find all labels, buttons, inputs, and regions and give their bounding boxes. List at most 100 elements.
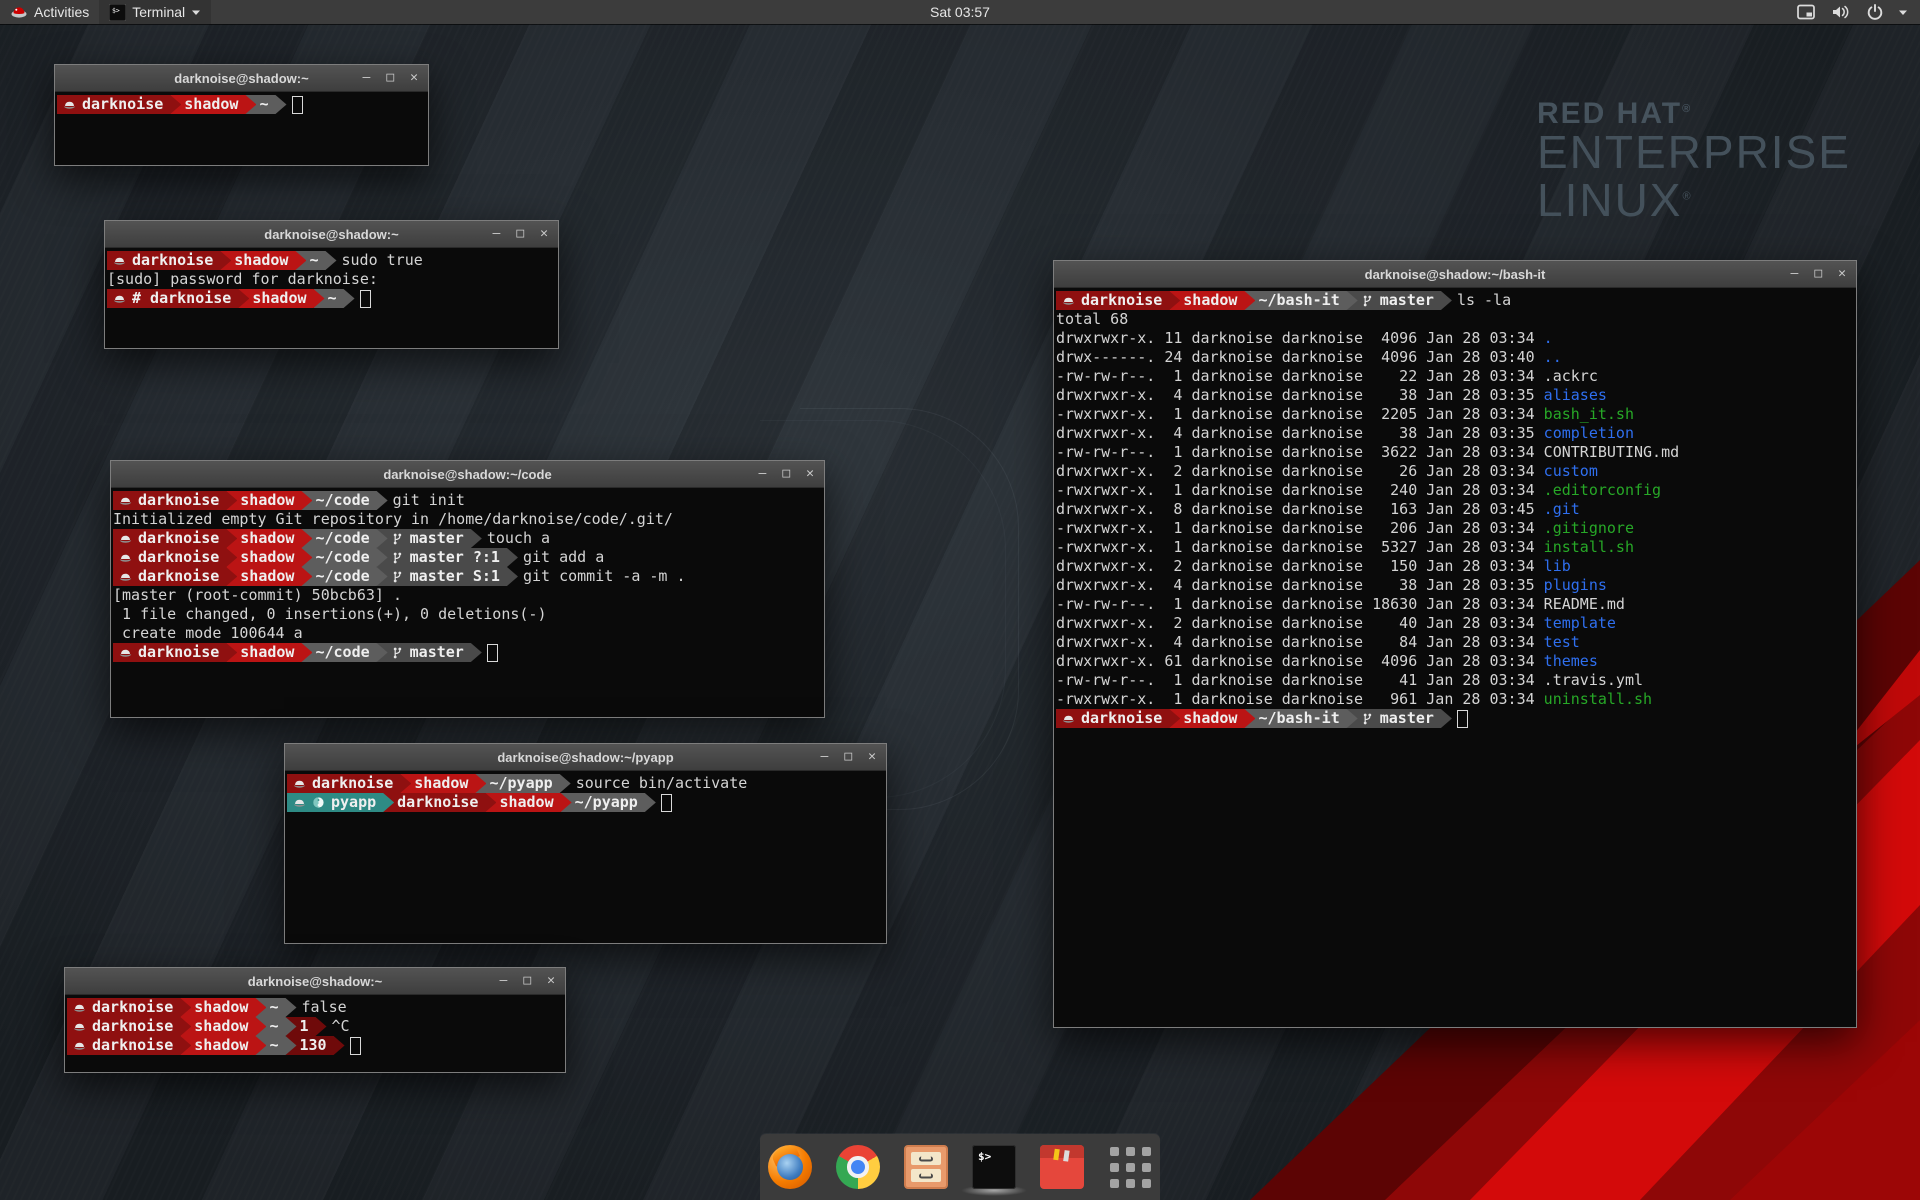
window-titlebar[interactable]: darknoise@shadow:~–□✕ — [55, 65, 428, 92]
redhat-icon — [119, 647, 132, 659]
terminal-line: [master (root-commit) 50bcb63] . — [113, 586, 822, 605]
maximize-button[interactable]: □ — [523, 968, 531, 994]
terminal-line: darknoiseshadow~130 — [67, 1036, 563, 1055]
minimize-button[interactable]: – — [363, 65, 371, 91]
system-status-area[interactable] — [1784, 0, 1920, 24]
terminal-body[interactable]: darknoiseshadow~ — [55, 92, 428, 170]
maximize-button[interactable]: □ — [386, 65, 394, 91]
app-menu-terminal[interactable]: $> Terminal — [99, 0, 211, 24]
prompt-segment-git: master S:1 — [377, 567, 518, 586]
dock — [760, 1134, 1160, 1200]
terminal-body[interactable]: darknoiseshadow~/codegit initInitialized… — [111, 488, 824, 722]
terminal-line: drwx------. 24 darknoise darknoise 4096 … — [1056, 348, 1854, 367]
prompt-segment-user: darknoise — [113, 567, 237, 586]
close-button[interactable]: ✕ — [806, 461, 814, 487]
ls-entry-fields: -rwxrwxr-x. 1 darknoise darknoise 240 Ja… — [1056, 481, 1544, 500]
maximize-button[interactable]: □ — [516, 221, 524, 247]
window-titlebar[interactable]: darknoise@shadow:~–□✕ — [105, 221, 558, 248]
minimize-button[interactable]: – — [759, 461, 767, 487]
file-name: themes — [1544, 652, 1598, 671]
prompt-segment-text: shadow — [499, 793, 553, 812]
ls-entry-fields: drwxrwxr-x. 61 darknoise darknoise 4096 … — [1056, 652, 1544, 671]
minimize-button[interactable]: – — [493, 221, 501, 247]
clock[interactable]: Sat 03:57 — [920, 0, 1000, 24]
file-name: .ackrc — [1544, 367, 1598, 386]
terminal-line: darknoiseshadow~/bash-itmaster — [1056, 709, 1854, 728]
brand-line-2: ENTERPRISE — [1537, 129, 1851, 177]
prompt-segment-path: ~/pyapp — [475, 774, 570, 793]
close-button[interactable]: ✕ — [547, 968, 555, 994]
terminal-line: -rwxrwxr-x. 1 darknoise darknoise 206 Ja… — [1056, 519, 1854, 538]
file-name: README.md — [1544, 595, 1625, 614]
command-text: touch a — [487, 529, 550, 548]
close-button[interactable]: ✕ — [1838, 261, 1846, 287]
maximize-button[interactable]: □ — [844, 744, 852, 770]
prompt-segment-path: ~/bash-it — [1244, 709, 1357, 728]
minimize-button[interactable]: – — [821, 744, 829, 770]
prompt-segment-host: shadow — [400, 774, 486, 793]
terminal-line: drwxrwxr-x. 4 darknoise darknoise 38 Jan… — [1056, 386, 1854, 405]
window-titlebar[interactable]: darknoise@shadow:~/pyapp–□✕ — [285, 744, 886, 771]
terminal-line: darknoiseshadow~/pyappsource bin/activat… — [287, 774, 884, 793]
command-text: git commit -a -m . — [523, 567, 686, 586]
prompt-segment-text: darknoise — [312, 774, 393, 793]
volume-icon — [1830, 3, 1852, 21]
terminal-body[interactable]: darknoiseshadow~/bash-itmasterls -latota… — [1054, 288, 1856, 1032]
redhat-icon — [73, 1021, 86, 1033]
redhat-logo-icon — [10, 5, 28, 19]
prompt-segment-text: darknoise — [92, 998, 173, 1017]
ls-entry-fields: -rwxrwxr-x. 1 darknoise darknoise 961 Ja… — [1056, 690, 1544, 709]
close-button[interactable]: ✕ — [410, 65, 418, 91]
prompt-segment-text: master — [410, 529, 464, 548]
prompt-segment-user: darknoise — [383, 793, 496, 812]
terminal-line: Initialized empty Git repository in /hom… — [113, 510, 822, 529]
minimize-button[interactable]: – — [500, 968, 508, 994]
terminal-line: drwxrwxr-x. 8 darknoise darknoise 163 Ja… — [1056, 500, 1854, 519]
prompt-segment-text: shadow — [240, 548, 294, 567]
window-controls: –□ ✕ — [759, 461, 824, 487]
close-button[interactable]: ✕ — [868, 744, 876, 770]
redhat-icon — [119, 571, 132, 583]
maximize-button[interactable]: □ — [782, 461, 790, 487]
output-text: Initialized empty Git repository in /hom… — [113, 510, 673, 529]
prompt-segment-host: shadow — [1169, 291, 1255, 310]
terminal-line: create mode 100644 a — [113, 624, 822, 643]
output-text: [master (root-commit) 50bcb63] . — [113, 586, 402, 605]
dock-item-toolbox[interactable] — [1038, 1137, 1086, 1197]
terminal-body[interactable]: darknoiseshadow~falsedarknoiseshadow~1^C… — [65, 995, 565, 1077]
activities-button[interactable]: Activities — [0, 0, 99, 24]
dock-item-chrome[interactable] — [834, 1137, 882, 1197]
branch-icon — [391, 532, 404, 546]
terminal-body[interactable]: darknoiseshadow~sudo true[sudo] password… — [105, 248, 558, 353]
window-titlebar[interactable]: darknoise@shadow:~/bash-it–□✕ — [1054, 261, 1856, 288]
prompt-segment-git: master — [1347, 291, 1452, 310]
terminal-window: darknoise@shadow:~/pyapp–□✕darknoiseshad… — [284, 743, 887, 944]
minimize-button[interactable]: – — [1791, 261, 1799, 287]
terminal-line: drwxrwxr-x. 11 darknoise darknoise 4096 … — [1056, 329, 1854, 348]
command-text: sudo true — [342, 251, 423, 270]
dock-item-app-grid[interactable] — [1106, 1137, 1154, 1197]
window-titlebar[interactable]: darknoise@shadow:~–□✕ — [65, 968, 565, 995]
redhat-icon — [119, 495, 132, 507]
prompt-segment-text: darknoise — [82, 95, 163, 114]
dock-item-firefox[interactable] — [766, 1137, 814, 1197]
dock-item-files[interactable] — [902, 1137, 950, 1197]
maximize-button[interactable]: □ — [1814, 261, 1822, 287]
prompt-segment-host: shadow — [220, 251, 306, 270]
prompt-segment-host: shadow — [485, 793, 571, 812]
terminal-line: # darknoiseshadow~ — [107, 289, 556, 308]
terminal-line: -rwxrwxr-x. 1 darknoise darknoise 240 Ja… — [1056, 481, 1854, 500]
window-titlebar[interactable]: darknoise@shadow:~/code–□✕ — [111, 461, 824, 488]
file-name: .git — [1544, 500, 1580, 519]
terminal-line: 1 file changed, 0 insertions(+), 0 delet… — [113, 605, 822, 624]
prompt-segment-text: darknoise — [1081, 291, 1162, 310]
close-button[interactable]: ✕ — [540, 221, 548, 247]
dock-item-terminal[interactable] — [970, 1137, 1018, 1197]
prompt-segment-host: shadow — [226, 643, 312, 662]
prompt-segment-text: shadow — [184, 95, 238, 114]
terminal-line: drwxrwxr-x. 61 darknoise darknoise 4096 … — [1056, 652, 1854, 671]
file-name: uninstall.sh — [1544, 690, 1652, 709]
prompt-segment-user: darknoise — [67, 998, 191, 1017]
terminal-body[interactable]: darknoiseshadow~/pyappsource bin/activat… — [285, 771, 886, 948]
ls-entry-fields: drwxrwxr-x. 2 darknoise darknoise 40 Jan… — [1056, 614, 1544, 633]
